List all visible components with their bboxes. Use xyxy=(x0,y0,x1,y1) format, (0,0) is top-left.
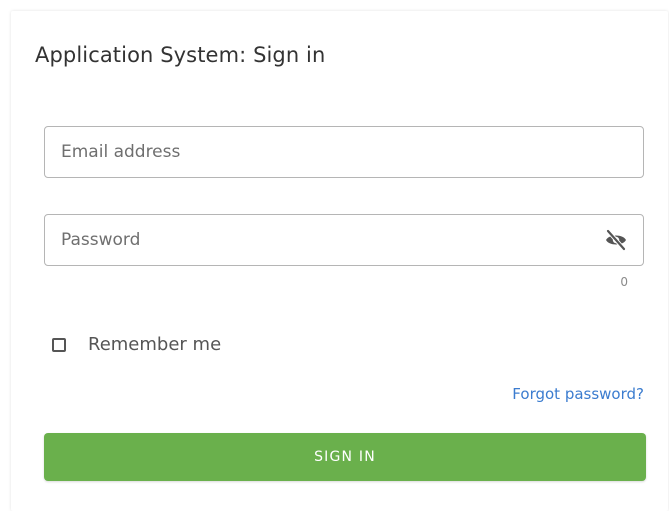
remember-me-label: Remember me xyxy=(88,334,222,355)
email-input[interactable] xyxy=(61,127,601,177)
eye-off-icon-graphic xyxy=(606,229,626,251)
checkbox-box[interactable] xyxy=(52,338,66,352)
password-field-container[interactable] xyxy=(44,214,644,266)
email-field-container[interactable] xyxy=(44,126,644,178)
password-input[interactable] xyxy=(61,215,601,265)
page-title: Application System: Sign in xyxy=(35,43,326,67)
forgot-password-link[interactable]: Forgot password? xyxy=(512,385,644,403)
eye-off-icon[interactable] xyxy=(603,228,629,252)
remember-me-checkbox[interactable]: Remember me xyxy=(52,334,221,355)
sign-in-card: Application System: Sign in 0 Remember m… xyxy=(11,11,668,511)
sign-in-button[interactable]: SIGN IN xyxy=(44,433,646,481)
password-char-counter: 0 xyxy=(620,275,628,289)
